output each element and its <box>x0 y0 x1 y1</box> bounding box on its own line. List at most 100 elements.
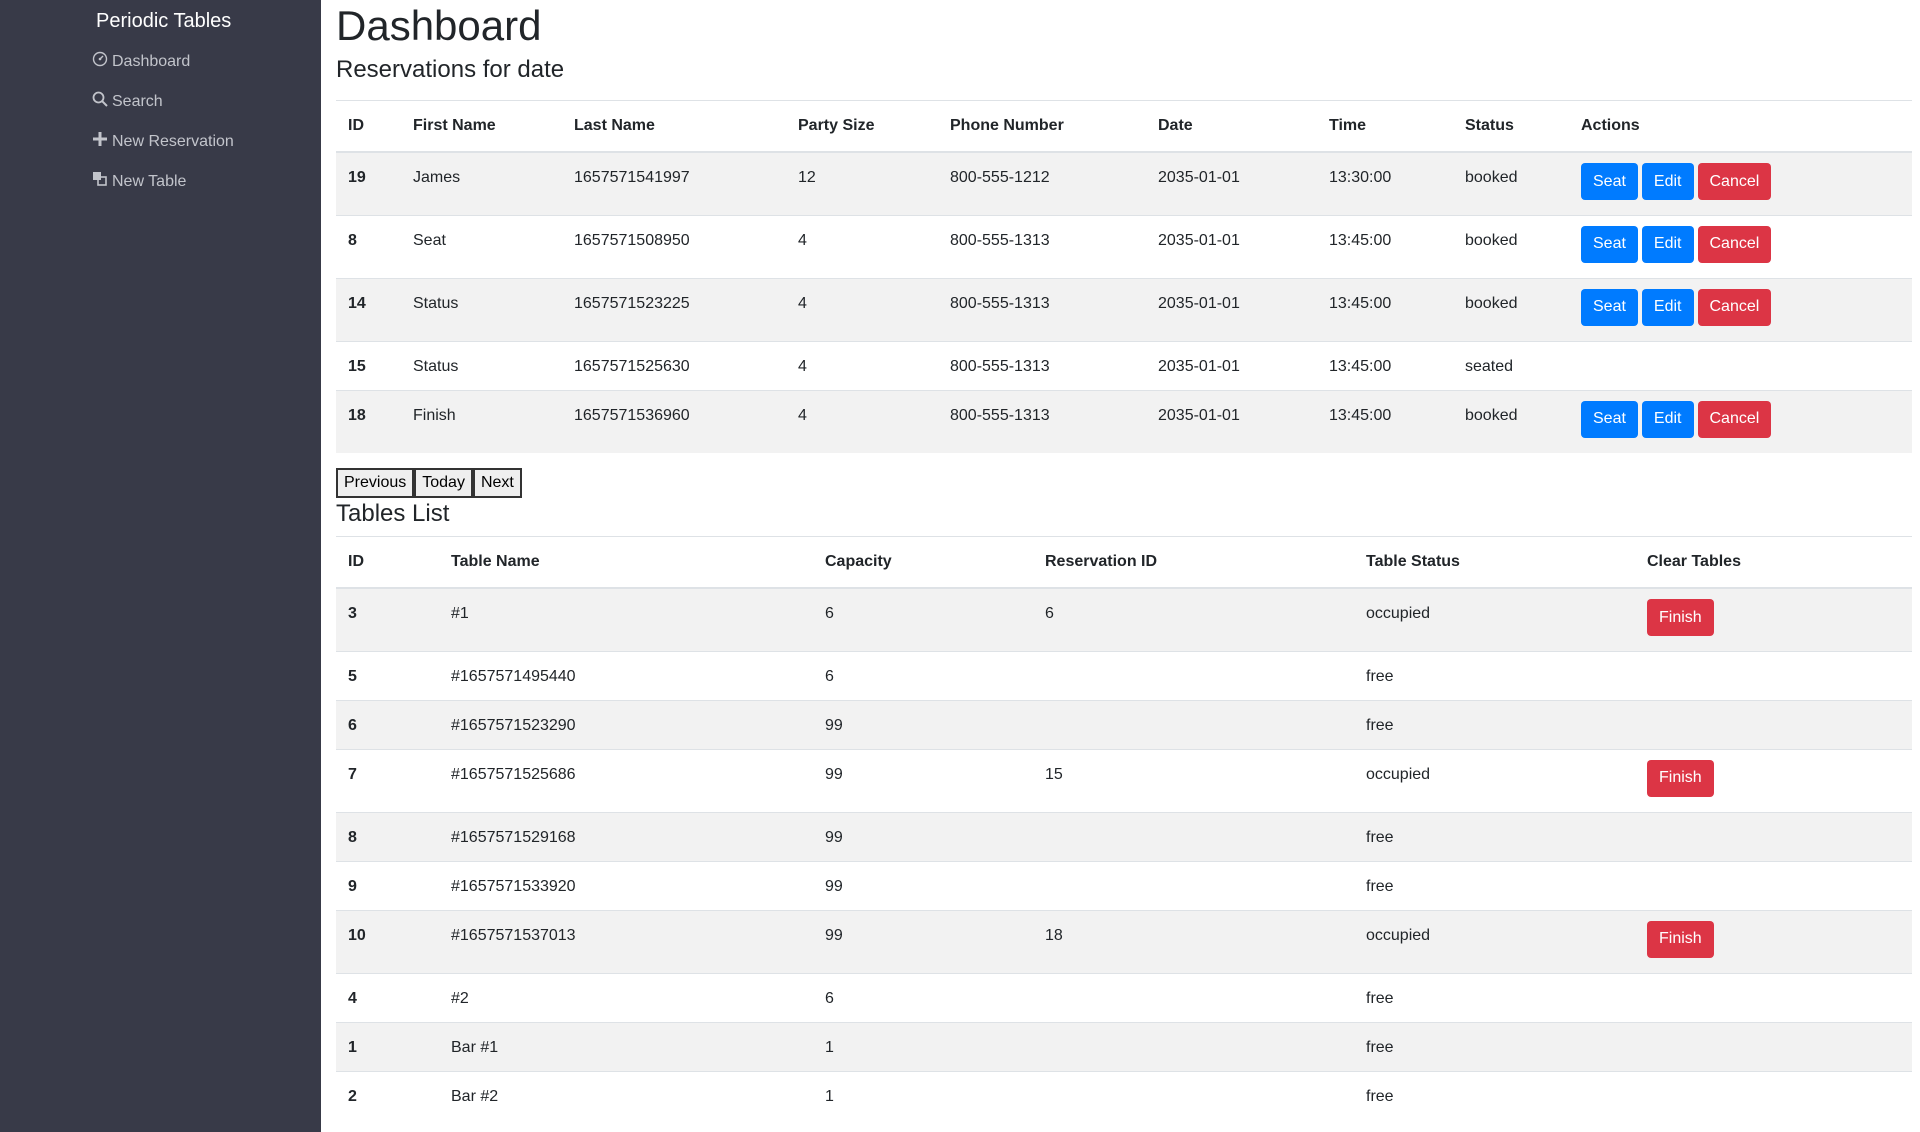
table-capacity: 99 <box>813 811 1033 861</box>
next-button[interactable]: Next <box>472 468 522 498</box>
table-row: 8 #1657571529168 99 free <box>336 811 1912 861</box>
table-id: 8 <box>336 811 439 861</box>
tables-header-row: ID Table Name Capacity Reservation ID Ta… <box>336 536 1912 589</box>
table-row: 7 #1657571525686 99 15 occupied Finish <box>336 748 1912 812</box>
clear-cell <box>1635 972 1912 1022</box>
reservation-date: 2035-01-01 <box>1146 214 1317 278</box>
reservation-date: 2035-01-01 <box>1146 277 1317 341</box>
column-header: Date <box>1146 100 1317 153</box>
edit-button[interactable]: Edit <box>1641 400 1694 438</box>
party-size: 4 <box>786 214 938 278</box>
nav-item-dashboard[interactable]: Dashboard <box>92 51 190 72</box>
table-capacity: 6 <box>813 650 1033 700</box>
table-capacity: 6 <box>813 587 1033 651</box>
clear-cell <box>1635 699 1912 749</box>
table-reservation-id <box>1033 860 1354 910</box>
actions-cell: Seat Edit Cancel <box>1569 389 1912 453</box>
table-id: 10 <box>336 909 439 973</box>
nav-item-label: Search <box>112 92 163 110</box>
nav-item-label: New Table <box>112 172 187 190</box>
table-id: 7 <box>336 748 439 812</box>
phone-number: 800-555-1313 <box>938 340 1146 390</box>
tables-table: ID Table Name Capacity Reservation ID Ta… <box>336 536 1912 1120</box>
table-reservation-id <box>1033 811 1354 861</box>
clear-cell: Finish <box>1635 909 1912 973</box>
seat-button[interactable]: Seat <box>1581 225 1638 263</box>
tables-heading: Tables List <box>336 500 450 527</box>
table-status: free <box>1354 860 1635 910</box>
first-name: Status <box>401 277 562 341</box>
nav-item-new-table[interactable]: New Table <box>92 171 186 192</box>
reservation-status: booked <box>1453 389 1569 453</box>
finish-button[interactable]: Finish <box>1647 599 1714 636</box>
table-reservation-id <box>1033 972 1354 1022</box>
cancel-button[interactable]: Cancel <box>1697 400 1772 438</box>
nav-item-search[interactable]: Search <box>92 91 163 112</box>
table-reservation-id <box>1033 650 1354 700</box>
nav-item-new-reservation[interactable]: New Reservation <box>92 131 234 152</box>
last-name: 1657571523225 <box>562 277 786 341</box>
table-name: #1657571537013 <box>439 909 813 973</box>
table-row: 18 Finish 1657571536960 4 800-555-1313 2… <box>336 389 1912 453</box>
finish-button[interactable]: Finish <box>1647 920 1714 958</box>
table-id: 2 <box>336 1070 439 1120</box>
reservation-time: 13:45:00 <box>1317 214 1453 278</box>
first-name: Finish <box>401 389 562 453</box>
reservation-time: 13:45:00 <box>1317 277 1453 341</box>
actions-cell: Seat Edit Cancel <box>1569 277 1912 341</box>
seat-button[interactable]: Seat <box>1581 163 1638 200</box>
phone-number: 800-555-1212 <box>938 151 1146 215</box>
table-name: #2 <box>439 972 813 1022</box>
table-id: 5 <box>336 650 439 700</box>
table-row: 15 Status 1657571525630 4 800-555-1313 2… <box>336 340 1912 390</box>
table-row: 14 Status 1657571523225 4 800-555-1313 2… <box>336 277 1912 341</box>
cancel-button[interactable]: Cancel <box>1697 225 1772 263</box>
cancel-button[interactable]: Cancel <box>1697 288 1772 326</box>
table-id: 3 <box>336 587 439 651</box>
column-header: First Name <box>401 100 562 153</box>
table-reservation-id: 6 <box>1033 587 1354 651</box>
reservations-table: ID First Name Last Name Party Size Phone… <box>336 100 1912 453</box>
actions-cell <box>1569 340 1912 390</box>
edit-button[interactable]: Edit <box>1641 288 1694 326</box>
seat-button[interactable]: Seat <box>1581 288 1638 326</box>
today-button[interactable]: Today <box>414 468 473 498</box>
table-name: #1657571495440 <box>439 650 813 700</box>
column-header: Phone Number <box>938 100 1146 153</box>
first-name: Status <box>401 340 562 390</box>
reservation-id: 18 <box>336 389 401 453</box>
seat-button[interactable]: Seat <box>1581 400 1638 438</box>
table-status: occupied <box>1354 909 1635 973</box>
table-capacity: 1 <box>813 1021 1033 1071</box>
clear-cell <box>1635 1021 1912 1071</box>
previous-button[interactable]: Previous <box>336 468 415 498</box>
column-header: ID <box>336 100 401 153</box>
table-row: 9 #1657571533920 99 free <box>336 860 1912 910</box>
brand-title[interactable]: Periodic Tables <box>96 10 231 33</box>
cancel-button[interactable]: Cancel <box>1697 163 1772 200</box>
finish-button[interactable]: Finish <box>1647 759 1714 797</box>
date-pager: Previous Today Next <box>336 468 522 498</box>
last-name: 1657571541997 <box>562 151 786 215</box>
party-size: 4 <box>786 277 938 341</box>
table-status: free <box>1354 972 1635 1022</box>
table-row: 4 #2 6 free <box>336 972 1912 1022</box>
table-name: #1 <box>439 587 813 651</box>
edit-button[interactable]: Edit <box>1641 225 1694 263</box>
table-name: #1657571523290 <box>439 699 813 749</box>
column-header: Reservation ID <box>1033 536 1354 589</box>
column-header: Capacity <box>813 536 1033 589</box>
table-row: 8 Seat 1657571508950 4 800-555-1313 2035… <box>336 214 1912 278</box>
table-name: Bar #2 <box>439 1070 813 1120</box>
table-capacity: 1 <box>813 1070 1033 1120</box>
table-name: Bar #1 <box>439 1021 813 1071</box>
first-name: Seat <box>401 214 562 278</box>
table-capacity: 99 <box>813 748 1033 812</box>
clear-cell <box>1635 1070 1912 1120</box>
table-capacity: 99 <box>813 699 1033 749</box>
edit-button[interactable]: Edit <box>1641 163 1694 200</box>
table-row: 19 James 1657571541997 12 800-555-1212 2… <box>336 151 1912 215</box>
last-name: 1657571508950 <box>562 214 786 278</box>
reservations-heading: Reservations for date <box>336 56 565 83</box>
nav-item-label: New Reservation <box>112 132 234 150</box>
